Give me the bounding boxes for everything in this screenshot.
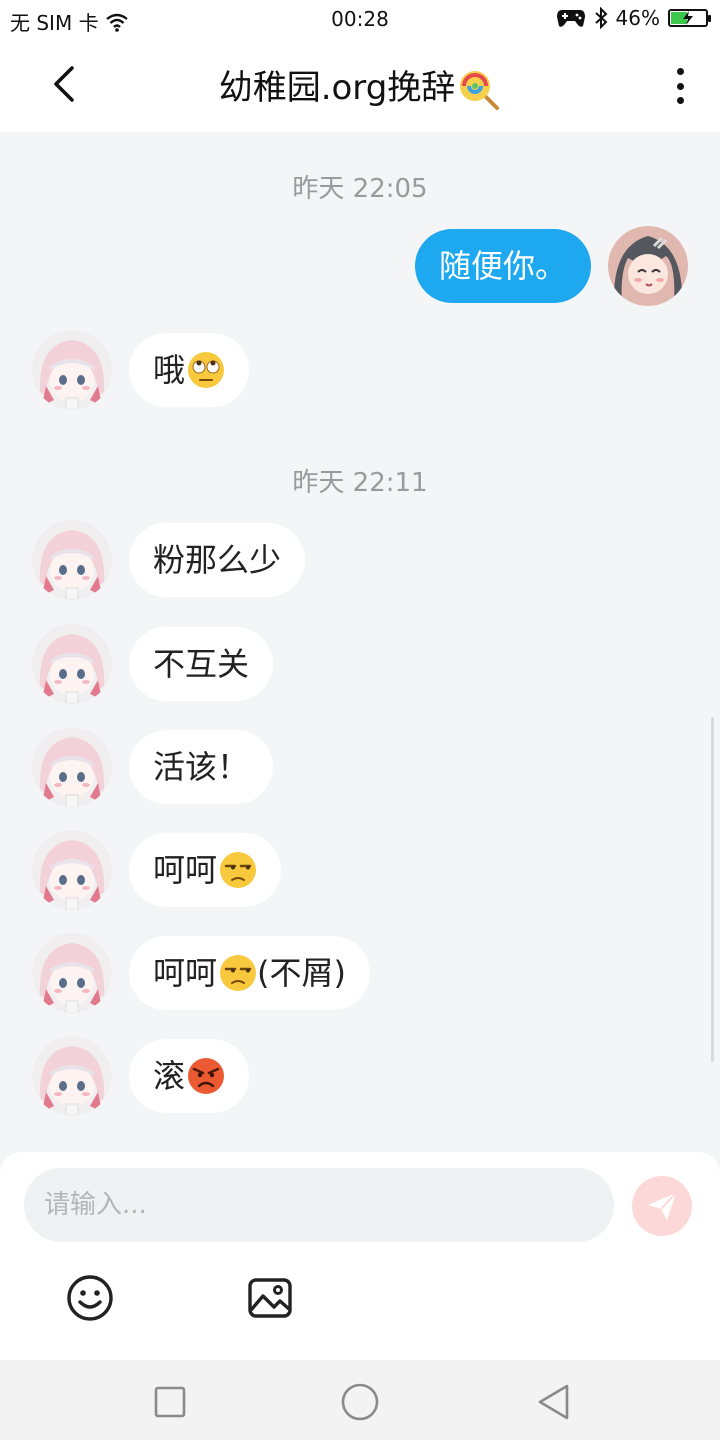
message-text: 滚 bbox=[153, 1057, 186, 1095]
message-row-incoming: 不互关 bbox=[32, 624, 274, 704]
chat-title-text: 幼稚园.org挽辞 bbox=[218, 68, 456, 108]
message-input[interactable] bbox=[24, 1168, 614, 1242]
bluetooth-icon bbox=[594, 7, 607, 29]
send-icon bbox=[648, 1192, 677, 1220]
message-row-incoming: 呵呵 bbox=[32, 830, 282, 910]
message-row-incoming: 粉那么少 bbox=[32, 520, 306, 600]
send-button[interactable] bbox=[632, 1176, 692, 1236]
system-nav-bar bbox=[0, 1360, 720, 1440]
lollipop-emoji bbox=[460, 70, 500, 110]
message-row-incoming: 呵呵 (不屑) bbox=[32, 933, 370, 1013]
message-text: 随便你。 bbox=[438, 247, 567, 285]
contact-avatar[interactable] bbox=[32, 520, 112, 600]
status-right: 46% bbox=[556, 6, 711, 30]
chevron-left-icon[interactable] bbox=[44, 62, 88, 106]
circle-icon[interactable] bbox=[340, 1382, 380, 1422]
message-bubble[interactable]: 粉那么少 bbox=[129, 523, 306, 597]
battery-percent: 46% bbox=[615, 6, 660, 30]
chat-header: 幼稚园.org挽辞 bbox=[0, 38, 720, 132]
triangle-back-icon[interactable] bbox=[534, 1382, 574, 1422]
eye-roll-emoji bbox=[188, 352, 225, 388]
message-text: 呵呵 bbox=[153, 954, 218, 992]
message-row-outgoing: 随便你。 bbox=[414, 226, 688, 306]
square-icon[interactable] bbox=[150, 1382, 190, 1422]
my-avatar[interactable] bbox=[608, 226, 688, 306]
contact-avatar[interactable] bbox=[32, 330, 112, 410]
message-text: 不互关 bbox=[153, 645, 250, 683]
unamused-emoji bbox=[220, 852, 257, 888]
message-text: 呵呵 bbox=[153, 851, 218, 889]
message-row-incoming: 活该！ bbox=[32, 727, 274, 807]
contact-avatar[interactable] bbox=[32, 1036, 112, 1116]
timestamp-divider: 昨天 22:05 bbox=[292, 174, 428, 204]
message-bubble[interactable]: 随便你。 bbox=[414, 229, 591, 303]
message-text: 粉那么少 bbox=[153, 541, 282, 579]
unamused-emoji bbox=[220, 955, 257, 991]
message-bubble[interactable]: 呵呵 bbox=[129, 833, 282, 907]
charging-bolt-icon bbox=[683, 11, 693, 25]
message-text: 哦 bbox=[153, 351, 186, 389]
message-bubble[interactable]: 活该！ bbox=[129, 730, 274, 804]
message-row-incoming: 滚 bbox=[32, 1036, 250, 1116]
image-icon[interactable] bbox=[246, 1274, 294, 1322]
more-vertical-icon[interactable] bbox=[666, 64, 694, 108]
contact-avatar[interactable] bbox=[32, 933, 112, 1013]
message-bubble[interactable]: 不互关 bbox=[129, 627, 274, 701]
message-bubble[interactable]: 呵呵 (不屑) bbox=[129, 936, 370, 1010]
message-list[interactable]: 昨天 22:05 随便你。 哦 昨天 22:11 粉那么少 不互关 活该！ 呵呵… bbox=[0, 132, 720, 1152]
message-text: 活该！ bbox=[153, 748, 250, 786]
contact-avatar[interactable] bbox=[32, 624, 112, 704]
status-bar: 无 SIM 卡 00:28 46% bbox=[0, 0, 720, 38]
smiley-icon[interactable] bbox=[66, 1274, 114, 1322]
scrollbar[interactable] bbox=[711, 717, 714, 1062]
message-bubble[interactable]: 哦 bbox=[129, 333, 250, 407]
timestamp-divider: 昨天 22:11 bbox=[292, 468, 428, 498]
more-dot bbox=[676, 82, 684, 90]
more-dot bbox=[676, 68, 684, 75]
more-dot bbox=[676, 97, 684, 104]
page-title: 幼稚园.org挽辞 bbox=[120, 60, 600, 112]
contact-avatar[interactable] bbox=[32, 727, 112, 807]
composer bbox=[0, 1152, 720, 1360]
gamepad-icon bbox=[556, 10, 585, 27]
message-bubble[interactable]: 滚 bbox=[129, 1039, 250, 1113]
message-text-suffix: (不屑) bbox=[257, 954, 346, 992]
battery-icon bbox=[668, 9, 711, 27]
contact-avatar[interactable] bbox=[32, 830, 112, 910]
message-row-incoming: 哦 bbox=[32, 330, 250, 410]
angry-emoji bbox=[188, 1058, 225, 1094]
